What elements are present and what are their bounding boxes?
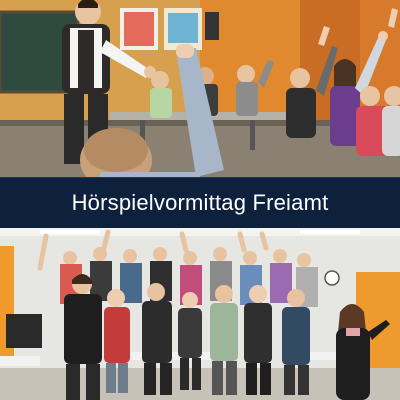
banner-title: Hörspielvormittag Freiamt (71, 190, 329, 215)
image-frame: Hörspielvormittag Freiamt (0, 0, 400, 400)
title-banner: Hörspielvormittag Freiamt (0, 177, 400, 229)
top-photo (0, 0, 400, 177)
bottom-photo (0, 228, 400, 400)
bottom-photo-illustration (0, 228, 400, 400)
top-photo-illustration (0, 0, 400, 177)
